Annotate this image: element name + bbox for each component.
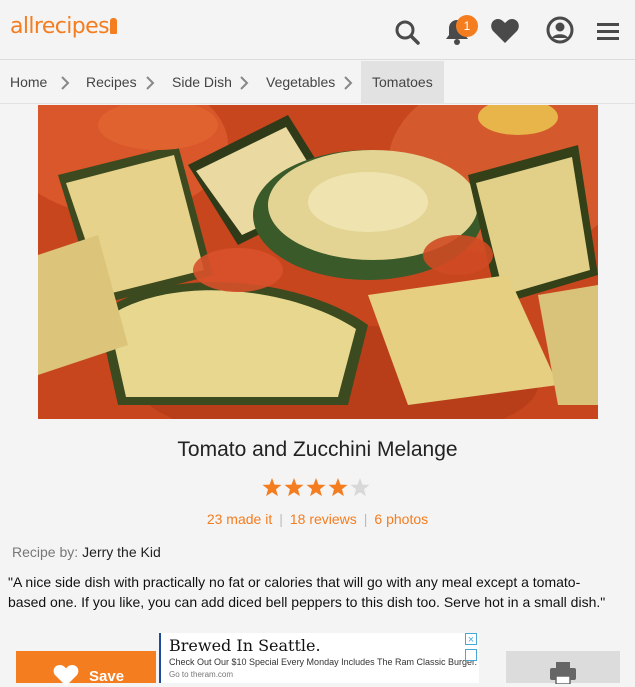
top-bar: allrecipes 1 [0,0,635,60]
ad-subtext: Check Out Our $10 Special Every Monday I… [169,657,477,667]
divider: | [363,511,368,527]
recipe-stats: 23 made it | 18 reviews | 6 photos [0,511,635,527]
user-icon[interactable] [543,14,577,48]
printer-icon [550,662,576,684]
breadcrumb-vegetables[interactable]: Vegetables [266,61,335,104]
chevron-right-icon [240,76,249,90]
recipe-description: "A nice side dish with practically no fa… [8,574,606,610]
recipe-byline: Recipe by: Jerry the Kid [12,544,161,560]
heart-icon[interactable] [488,14,522,48]
recipe-photo[interactable] [38,105,598,419]
save-label: Save [89,668,125,685]
star-icon [262,478,282,497]
photos-link[interactable]: 6 photos [374,511,428,527]
star-rating[interactable] [261,477,371,499]
recipe-title: Tomato and Zucchini Melange [177,438,458,461]
breadcrumb-home[interactable]: Home [10,61,47,104]
star-icon [328,478,348,497]
advertisement[interactable]: Brewed In Seattle. Check Out Our $10 Spe… [159,633,479,683]
chevron-right-icon [146,76,155,90]
ad-choices-icon[interactable] [465,649,477,661]
heart-icon [53,665,79,686]
menu-icon[interactable] [591,14,625,48]
breadcrumb-side-dish[interactable]: Side Dish [172,61,232,104]
reviews-link[interactable]: 18 reviews [290,511,357,527]
made-it-link[interactable]: 23 made it [207,511,272,527]
star-icon [306,478,326,497]
breadcrumb-tomatoes[interactable]: Tomatoes [361,61,444,104]
divider: | [279,511,283,527]
ad-headline: Brewed In Seattle. [169,636,321,655]
breadcrumb: Home Recipes Side Dish Vegetables Tomato… [0,61,635,104]
chevron-right-icon [344,76,353,90]
search-icon[interactable] [391,14,425,48]
notification-badge: 1 [456,15,478,37]
byline-label: Recipe by: [12,544,79,560]
ad-url: Go to theram.com [169,670,234,679]
logo-mark [109,18,117,34]
ad-close-icon[interactable]: × [465,633,477,646]
star-icon [284,478,304,497]
author-link[interactable]: Jerry the Kid [82,544,161,560]
breadcrumb-recipes[interactable]: Recipes [86,61,137,104]
chevron-right-icon [61,76,70,90]
save-button[interactable]: Save [16,651,156,686]
star-icon [350,478,370,497]
logo[interactable]: allrecipes [10,14,117,39]
print-button[interactable] [506,651,620,684]
